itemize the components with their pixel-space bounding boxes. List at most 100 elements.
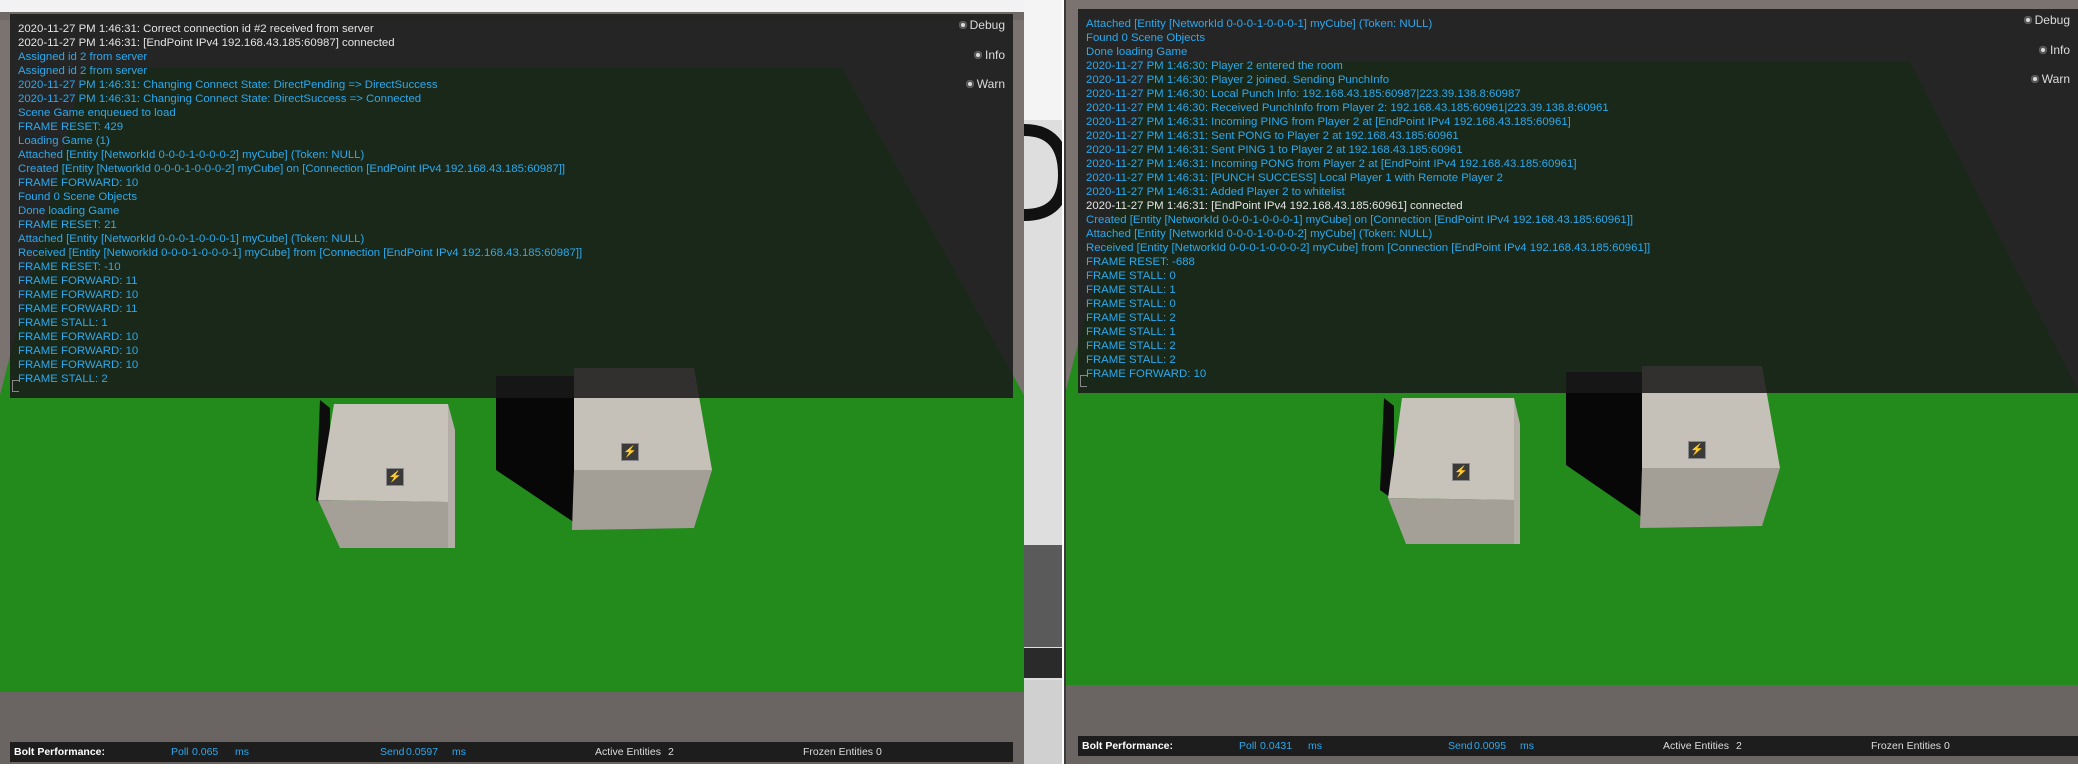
log-line: FRAME STALL: 2	[1086, 312, 1176, 324]
filter-info-label: Info	[984, 48, 1005, 62]
filter-info-toggle[interactable]: Info	[973, 48, 1005, 62]
log-line: Received [Entity [NetworkId 0-0-0-1-0-0-…	[18, 247, 583, 259]
checkbox-icon	[2038, 46, 2047, 54]
log-line: FRAME FORWARD: 11	[18, 275, 138, 287]
log-line: Done loading Game	[1086, 46, 1188, 58]
bolt-icon: ⚡	[1688, 441, 1706, 459]
background-window	[1023, 0, 1071, 764]
log-line: FRAME FORWARD: 10	[1086, 368, 1207, 380]
perf-poll-label: Poll	[171, 746, 189, 758]
perf-title: Bolt Performance:	[14, 746, 106, 758]
log-line: Created [Entity [NetworkId 0-0-0-1-0-0-0…	[18, 163, 566, 175]
log-line: Attached [Entity [NetworkId 0-0-0-1-0-0-…	[1086, 18, 1433, 30]
log-line: 2020-11-27 PM 1:46:31: [EndPoint IPv4 19…	[1086, 200, 1463, 212]
log-line: 2020-11-27 PM 1:46:31: Incoming PING fro…	[1086, 116, 1571, 128]
log-line: FRAME RESET: 429	[18, 121, 124, 133]
perf-frozen-label: Frozen Entities	[803, 746, 874, 758]
log-line: 2020-11-27 PM 1:46:31: Changing Connect …	[18, 93, 422, 105]
log-line: FRAME STALL: 0	[1086, 298, 1176, 310]
filter-warn-label: Warn	[2041, 72, 2070, 86]
log-line: Attached [Entity [NetworkId 0-0-0-1-0-0-…	[18, 149, 365, 161]
perf-send-label: Send	[1448, 740, 1473, 752]
perf-title: Bolt Performance:	[1082, 740, 1174, 752]
checkbox-icon	[965, 80, 974, 88]
perf-frozen-label: Frozen Entities	[1871, 740, 1942, 752]
log-line: FRAME RESET: -688	[1086, 256, 1195, 268]
log-line: Loading Game (1)	[18, 135, 110, 147]
perf-send-unit: ms	[452, 746, 466, 758]
bolt-performance-bar: Bolt Performance: Poll 0.0431 ms Send 0.…	[1078, 736, 2078, 756]
log-line: 2020-11-27 PM 1:46:31: [PUNCH SUCCESS] L…	[1086, 172, 1503, 184]
perf-send-value: 0.0597	[406, 746, 439, 758]
debug-console[interactable]: Attached [Entity [NetworkId 0-0-0-1-0-0-…	[1078, 9, 2078, 393]
log-line: FRAME FORWARD: 10	[18, 331, 139, 343]
filter-debug-label: Debug	[2034, 13, 2070, 27]
log-line: 2020-11-27 PM 1:46:30: Received PunchInf…	[1086, 102, 1609, 114]
log-line: FRAME STALL: 2	[1086, 354, 1176, 366]
bolt-icon: ⚡	[1452, 463, 1470, 481]
log-line: FRAME STALL: 0	[1086, 270, 1176, 282]
log-line: 2020-11-27 PM 1:46:30: Player 2 entered …	[1086, 60, 1343, 72]
log-line: Found 0 Scene Objects	[1086, 32, 1206, 44]
perf-send-label: Send	[380, 746, 405, 758]
bolt-performance-bar: Bolt Performance: Poll 0.065 ms Send 0.0…	[10, 742, 1013, 762]
filter-warn-toggle[interactable]: Warn	[2030, 72, 2070, 86]
filter-debug-label: Debug	[969, 18, 1005, 32]
perf-poll-unit: ms	[235, 746, 249, 758]
log-line: Received [Entity [NetworkId 0-0-0-1-0-0-…	[1086, 242, 1651, 254]
game-window-left: ⚡ ⚡ 2020-11-27 PM 1:46:31: Correct conne…	[0, 0, 1024, 764]
perf-poll-value: 0.065	[192, 746, 219, 758]
perf-active-label: Active Entities	[595, 746, 661, 758]
log-line: 2020-11-27 PM 1:46:30: Player 2 joined. …	[1086, 74, 1390, 86]
log-line: 2020-11-27 PM 1:46:31: Incoming PONG fro…	[1086, 158, 1577, 170]
resize-handle[interactable]	[12, 380, 19, 392]
checkbox-icon	[2030, 75, 2039, 83]
log-line: FRAME STALL: 2	[18, 373, 108, 385]
log-line: FRAME FORWARD: 10	[18, 289, 139, 301]
filter-info-label: Info	[2049, 43, 2070, 57]
log-line: 2020-11-27 PM 1:46:31: [EndPoint IPv4 19…	[18, 37, 395, 49]
perf-poll-value: 0.0431	[1260, 740, 1293, 752]
checkbox-icon	[2023, 16, 2032, 24]
filter-debug-toggle[interactable]: Debug	[2023, 13, 2070, 27]
log-line: 2020-11-27 PM 1:46:31: Correct connectio…	[18, 23, 374, 35]
log-line: FRAME RESET: 21	[18, 219, 117, 231]
bolt-icon: ⚡	[386, 468, 404, 486]
log-line: FRAME STALL: 1	[1086, 326, 1176, 338]
log-line: 2020-11-27 PM 1:46:31: Changing Connect …	[18, 79, 438, 91]
log-lines: Attached [Entity [NetworkId 0-0-0-1-0-0-…	[1086, 17, 1650, 381]
log-line: FRAME FORWARD: 11	[18, 303, 138, 315]
checkbox-icon	[973, 51, 982, 59]
log-line: 2020-11-27 PM 1:46:31: Sent PING 1 to Pl…	[1086, 144, 1463, 156]
perf-frozen-value: 0	[876, 746, 882, 758]
filter-warn-label: Warn	[976, 77, 1005, 91]
game-window-right: ⚡ ⚡ Attached [Entity [NetworkId 0-0-0-1-…	[1066, 0, 2078, 764]
log-line: 2020-11-27 PM 1:46:31: Sent PONG to Play…	[1086, 130, 1459, 142]
filter-info-toggle[interactable]: Info	[2038, 43, 2070, 57]
log-line: Scene Game enqueued to load	[18, 107, 176, 119]
log-line: FRAME FORWARD: 10	[18, 359, 139, 371]
perf-active-value: 2	[668, 746, 674, 758]
background-window-art	[1023, 0, 1071, 764]
log-line: Done loading Game	[18, 205, 120, 217]
filter-warn-toggle[interactable]: Warn	[965, 77, 1005, 91]
perf-frozen-value: 0	[1944, 740, 1950, 752]
bolt-icon: ⚡	[621, 443, 639, 461]
log-line: FRAME STALL: 1	[18, 317, 108, 329]
debug-console[interactable]: 2020-11-27 PM 1:46:31: Correct connectio…	[10, 14, 1013, 398]
log-line: 2020-11-27 PM 1:46:30: Local Punch Info:…	[1086, 88, 1521, 100]
log-line: Attached [Entity [NetworkId 0-0-0-1-0-0-…	[18, 233, 365, 245]
resize-handle[interactable]	[1080, 375, 1087, 387]
log-line: Found 0 Scene Objects	[18, 191, 138, 203]
perf-active-value: 2	[1736, 740, 1742, 752]
log-line: FRAME FORWARD: 10	[18, 177, 139, 189]
log-lines: 2020-11-27 PM 1:46:31: Correct connectio…	[18, 22, 582, 386]
window-top-band	[0, 0, 1024, 12]
log-line: 2020-11-27 PM 1:46:31: Added Player 2 to…	[1086, 186, 1345, 198]
log-line: Attached [Entity [NetworkId 0-0-0-1-0-0-…	[1086, 228, 1433, 240]
filter-debug-toggle[interactable]: Debug	[958, 18, 1005, 32]
log-line: FRAME FORWARD: 10	[18, 345, 139, 357]
perf-poll-unit: ms	[1308, 740, 1322, 752]
log-line: FRAME STALL: 2	[1086, 340, 1176, 352]
checkbox-icon	[958, 21, 967, 29]
